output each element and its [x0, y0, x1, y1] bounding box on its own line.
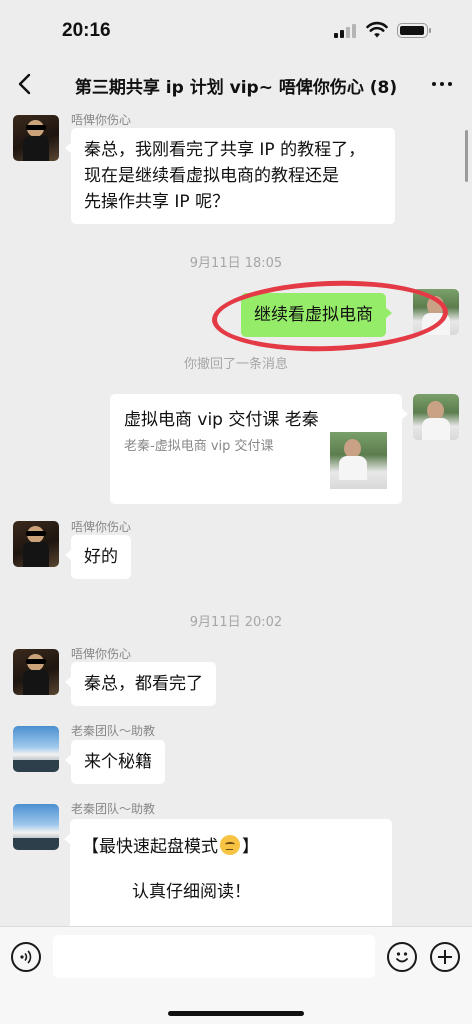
sender-name: 唔俾你伤心	[71, 520, 132, 534]
plus-icon[interactable]	[430, 942, 460, 972]
message-bubble[interactable]: 秦总，都看完了	[65, 662, 216, 706]
card-title: 虚拟电商 vip 交付课 老秦	[124, 410, 319, 430]
voice-icon[interactable]	[11, 942, 41, 972]
message-bubble[interactable]: 秦总，我刚看完了共享 IP 的教程了， 现在是继续看虚拟电商的教程还是 先操作共…	[65, 128, 395, 224]
avatar[interactable]	[13, 726, 59, 772]
message-bubble[interactable]: 好的	[65, 535, 131, 579]
avatar[interactable]	[13, 804, 59, 850]
recall-notice: 你撤回了一条消息	[183, 357, 288, 372]
battery-icon	[397, 23, 431, 38]
course-card[interactable]: 虚拟电商 vip 交付课 老秦 老秦-虚拟电商 vip 交付课	[110, 394, 408, 504]
sender-name: 老秦团队～助教	[71, 802, 156, 816]
message-input[interactable]	[53, 935, 375, 978]
avatar-self[interactable]	[413, 394, 459, 440]
thinking-face-icon	[220, 835, 240, 855]
nav-bar: 第三期共享 ip 计划 vip~ 唔俾你伤心 (8)	[0, 62, 472, 108]
more-icon[interactable]	[428, 70, 456, 98]
emoji-icon[interactable]	[387, 942, 417, 972]
guide-title: 【最快速起盘模式 】	[82, 832, 259, 857]
message-timestamp: 9月11日 18:05	[189, 256, 283, 271]
highlight-circle-annotation	[210, 276, 450, 356]
avatar[interactable]	[13, 115, 59, 161]
guide-body: 认真仔细阅读！	[132, 882, 251, 902]
avatar[interactable]	[13, 521, 59, 567]
card-thumbnail	[330, 432, 387, 489]
sender-name: 唔俾你伤心	[71, 647, 132, 661]
message-bubble[interactable]: 【最快速起盘模式 】 认真仔细阅读！	[64, 819, 392, 926]
scrollbar[interactable]	[465, 130, 468, 182]
sender-name: 唔俾你伤心	[71, 113, 132, 127]
wifi-icon	[366, 21, 388, 38]
guide-title-end: 】	[242, 837, 259, 857]
message-list[interactable]: 唔俾你伤心 秦总，我刚看完了共享 IP 的教程了， 现在是继续看虚拟电商的教程还…	[0, 108, 472, 926]
input-bar	[0, 926, 472, 1024]
message-timestamp: 9月11日 20:02	[189, 615, 283, 630]
sender-name: 老秦团队～助教	[71, 724, 156, 738]
status-time: 20:16	[62, 20, 111, 41]
status-bar: 20:16	[0, 0, 472, 62]
card-subtitle: 老秦-虚拟电商 vip 交付课	[124, 439, 274, 454]
cellular-signal-icon	[334, 24, 358, 38]
guide-title-text: 【最快速起盘模式	[82, 837, 218, 857]
chat-title: 第三期共享 ip 计划 vip~ 唔俾你伤心 (8)	[74, 78, 398, 98]
message-bubble[interactable]: 来个秘籍	[65, 740, 165, 784]
back-icon[interactable]	[14, 70, 38, 98]
home-indicator[interactable]	[168, 1011, 304, 1016]
avatar[interactable]	[13, 649, 59, 695]
